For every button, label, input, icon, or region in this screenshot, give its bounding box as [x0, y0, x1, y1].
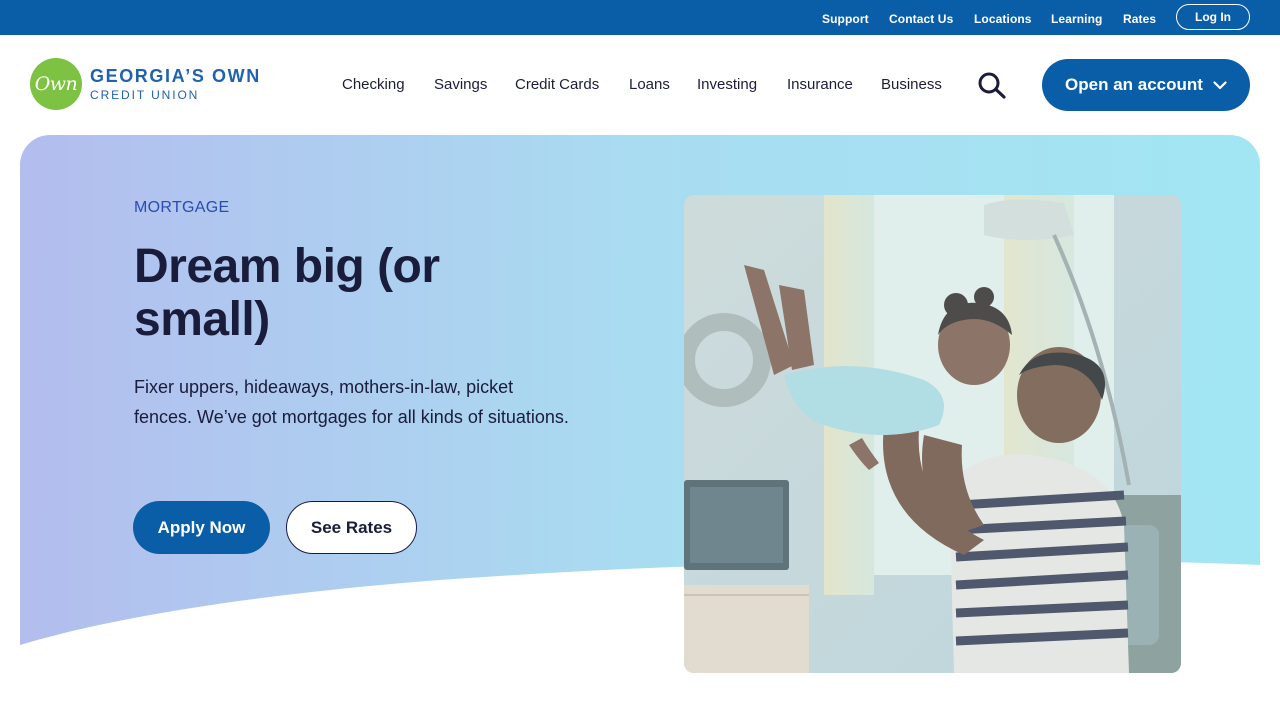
hero-photo	[684, 195, 1181, 673]
hero-subtext: Fixer uppers, hideaways, mothers-in-law,…	[134, 377, 569, 427]
utility-link-learning[interactable]: Learning	[1051, 12, 1102, 26]
open-account-button[interactable]: Open an account	[1042, 59, 1250, 111]
utility-bar: Support Contact Us Locations Learning Ra…	[0, 0, 1280, 35]
logo-badge: Own	[30, 58, 82, 110]
nav-item-credit-cards[interactable]: Credit Cards	[515, 76, 599, 93]
nav-item-business[interactable]: Business	[881, 76, 942, 93]
nav-item-loans[interactable]: Loans	[629, 76, 670, 93]
family-photo	[684, 195, 1181, 673]
utility-link-contact-us[interactable]: Contact Us	[889, 12, 953, 26]
open-account-label: Open an account	[1065, 75, 1203, 94]
apply-now-button[interactable]: Apply Now	[133, 501, 270, 554]
nav-item-insurance[interactable]: Insurance	[787, 76, 853, 93]
utility-link-support[interactable]: Support	[822, 12, 869, 26]
logo-name-line2: CREDIT UNION	[90, 88, 200, 102]
logo-name-line1: GEORGIA’S OWN	[90, 66, 261, 86]
chevron-down-icon	[1213, 80, 1227, 89]
logo[interactable]: Own GEORGIA’S OWN CREDIT UNION	[30, 58, 280, 112]
search-button[interactable]	[975, 70, 1009, 100]
nav-item-savings[interactable]: Savings	[434, 76, 487, 93]
nav-item-checking[interactable]: Checking	[342, 76, 405, 93]
hero-headline: Dream big (or small)	[134, 240, 440, 346]
utility-link-locations[interactable]: Locations	[974, 12, 1032, 26]
nav-item-investing[interactable]: Investing	[697, 76, 757, 93]
main-header: Own GEORGIA’S OWN CREDIT UNION Checking …	[0, 35, 1280, 135]
search-icon	[978, 72, 1006, 99]
hero-eyebrow: MORTGAGE	[134, 199, 230, 216]
login-button[interactable]: Log In	[1176, 4, 1250, 30]
see-rates-button[interactable]: See Rates	[286, 501, 417, 554]
utility-link-rates[interactable]: Rates	[1123, 12, 1156, 26]
